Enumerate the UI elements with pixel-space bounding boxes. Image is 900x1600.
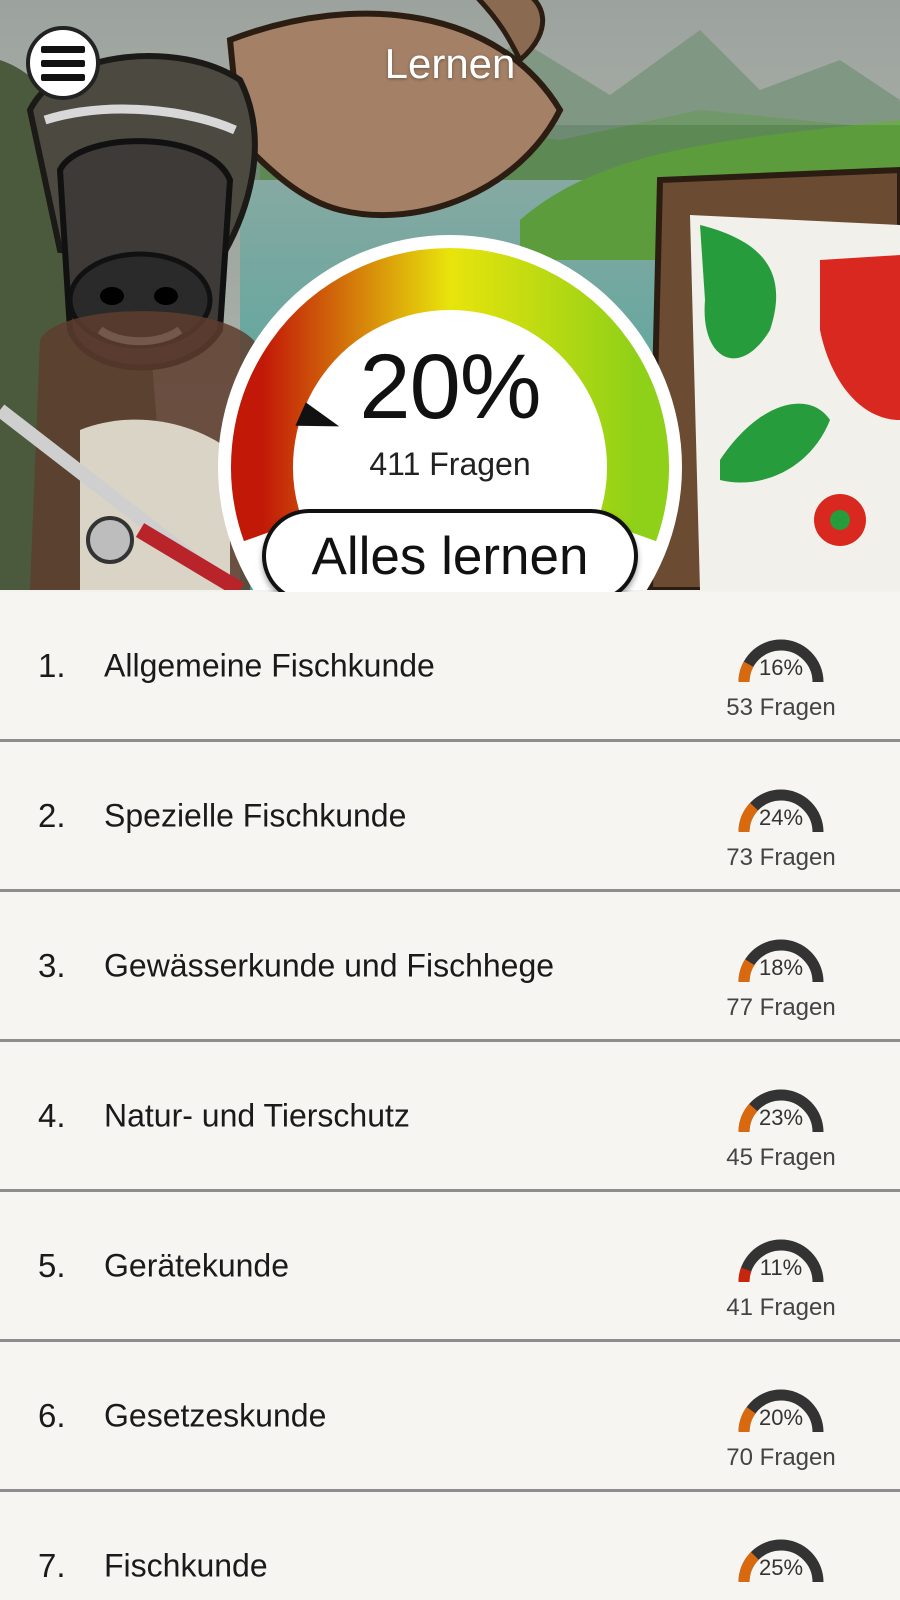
topic-item-6[interactable]: 6. Gesetzeskunde 20% 70 Fragen: [0, 1342, 900, 1492]
topic-progress-gauge: 18% 77 Fragen: [718, 924, 844, 1028]
topic-progress-gauge: 25%: [718, 1524, 844, 1600]
topic-item-4[interactable]: 4. Natur- und Tierschutz 23% 45 Fragen: [0, 1042, 900, 1192]
topic-item-2[interactable]: 2. Spezielle Fischkunde 24% 73 Fragen: [0, 742, 900, 892]
topic-number: 3.: [38, 946, 66, 984]
topic-progress-gauge: 24% 73 Fragen: [718, 774, 844, 878]
overall-question-count: 411 Fragen: [369, 446, 531, 482]
topic-number: 1.: [38, 646, 66, 684]
page-title: Lernen: [384, 40, 516, 87]
topic-title: Gewässerkunde und Fischhege: [104, 947, 555, 983]
topic-number: 7.: [38, 1546, 66, 1584]
topic-percent: 11%: [759, 1255, 803, 1280]
topic-item-3[interactable]: 3. Gewässerkunde und Fischhege 18% 77 Fr…: [0, 892, 900, 1042]
learn-all-button[interactable]: Alles lernen: [262, 509, 638, 603]
topic-title: Fischkunde: [104, 1547, 268, 1583]
topic-progress-gauge: 16% 53 Fragen: [718, 624, 844, 728]
topic-number: 6.: [38, 1396, 66, 1434]
topic-percent: 23%: [758, 1105, 804, 1130]
topic-percent: 20%: [758, 1405, 804, 1430]
topic-title: Spezielle Fischkunde: [104, 797, 407, 833]
topic-question-count: 77 Fragen: [726, 994, 836, 1021]
topic-title: Allgemeine Fischkunde: [104, 647, 435, 683]
topic-title: Gerätekunde: [104, 1247, 290, 1283]
topic-item-7[interactable]: 7. Fischkunde 25%: [0, 1492, 900, 1600]
topic-question-count: 41 Fragen: [726, 1294, 836, 1321]
topic-percent: 24%: [758, 805, 804, 830]
topic-item-5[interactable]: 5. Gerätekunde 11% 41 Fragen: [0, 1192, 900, 1342]
topic-progress-gauge: 11% 41 Fragen: [718, 1224, 844, 1328]
topic-title: Gesetzeskunde: [104, 1397, 327, 1433]
topic-number: 5.: [38, 1246, 66, 1284]
topic-percent: 16%: [758, 655, 804, 680]
topic-question-count: 73 Fragen: [726, 844, 836, 871]
topic-number: 4.: [38, 1096, 66, 1134]
topic-question-count: 53 Fragen: [726, 694, 836, 721]
overall-percent: 20%: [359, 336, 541, 438]
topic-percent: 18%: [758, 955, 804, 980]
topic-list: 1. Allgemeine Fischkunde 16% 53 Fragen 2…: [0, 592, 900, 1600]
topic-percent: 25%: [758, 1555, 804, 1580]
topic-item-1[interactable]: 1. Allgemeine Fischkunde 16% 53 Fragen: [0, 592, 900, 742]
topic-question-count: 45 Fragen: [726, 1144, 836, 1171]
header-illustration: [0, 0, 900, 590]
topic-question-count: 70 Fragen: [726, 1444, 836, 1471]
topic-progress-gauge: 20% 70 Fragen: [718, 1374, 844, 1478]
topic-progress-gauge: 23% 45 Fragen: [718, 1074, 844, 1178]
topic-title: Natur- und Tierschutz: [104, 1097, 410, 1133]
topic-number: 2.: [38, 796, 66, 834]
